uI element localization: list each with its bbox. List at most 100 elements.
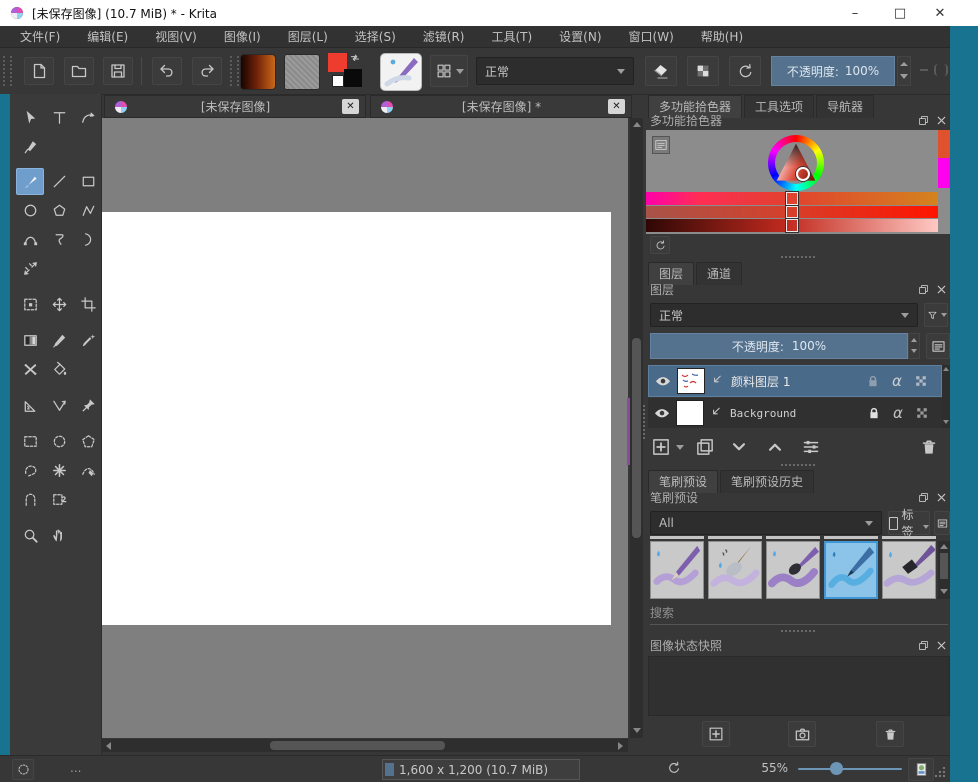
color-selector-area[interactable] bbox=[646, 130, 950, 234]
move-layer-down-button[interactable] bbox=[726, 436, 752, 458]
layer-blend-mode-dropdown[interactable]: 正常 bbox=[650, 303, 918, 327]
tool-rectangle[interactable] bbox=[74, 168, 102, 195]
tool-smart-patch[interactable] bbox=[74, 327, 102, 354]
menu-select[interactable]: 选择(S) bbox=[355, 28, 396, 45]
float-docker-icon[interactable] bbox=[917, 114, 930, 127]
default-colors-icon[interactable] bbox=[332, 75, 344, 87]
opacity-spinbox[interactable] bbox=[897, 56, 911, 86]
tool-polyline[interactable] bbox=[74, 197, 102, 224]
tool-rect-select[interactable] bbox=[16, 428, 44, 455]
pattern-swatch-button[interactable] bbox=[284, 54, 320, 90]
brush-scroll-thumb[interactable] bbox=[940, 553, 948, 579]
tool-edit-shapes[interactable] bbox=[74, 104, 102, 131]
tool-magnetic-select[interactable] bbox=[16, 486, 44, 513]
tool-polygon-select[interactable] bbox=[74, 428, 102, 455]
menu-help[interactable]: 帮助(H) bbox=[701, 28, 743, 45]
layer-alpha-lock-toggle[interactable]: α bbox=[885, 370, 909, 392]
shade-bar-marker[interactable] bbox=[786, 219, 798, 232]
snapshot-list-area[interactable] bbox=[648, 656, 950, 716]
tool-arc[interactable] bbox=[74, 226, 102, 253]
selector-update-button[interactable] bbox=[650, 236, 670, 254]
brush-grid-scrollbar[interactable] bbox=[938, 541, 950, 599]
brush-preset-preview-button[interactable] bbox=[380, 53, 422, 91]
tool-gradient[interactable] bbox=[16, 327, 44, 354]
menu-filter[interactable]: 滤镜(R) bbox=[423, 28, 465, 45]
tool-crop[interactable] bbox=[74, 291, 102, 318]
close-docker-icon[interactable] bbox=[935, 114, 948, 127]
tool-ellipse-select[interactable] bbox=[45, 428, 73, 455]
tool-multibrush[interactable] bbox=[16, 255, 44, 282]
duplicate-layer-button[interactable] bbox=[694, 436, 716, 458]
chevron-down-icon[interactable] bbox=[676, 445, 684, 450]
tab-close-button[interactable]: ✕ bbox=[608, 99, 625, 114]
layer-thumbnail[interactable] bbox=[677, 368, 705, 394]
spin-down-icon[interactable] bbox=[911, 349, 917, 353]
tool-polygon[interactable] bbox=[45, 197, 73, 224]
layer-inherit-alpha-toggle[interactable] bbox=[909, 370, 933, 392]
tool-bezier-select[interactable] bbox=[74, 457, 102, 484]
delete-layer-button[interactable] bbox=[918, 436, 940, 458]
tool-ellipse[interactable] bbox=[16, 197, 44, 224]
tool-similar-color-select[interactable] bbox=[45, 457, 73, 484]
vscroll-thumb[interactable] bbox=[632, 338, 641, 538]
tag-button[interactable]: 标签 bbox=[888, 511, 930, 535]
close-button[interactable]: ✕ bbox=[920, 0, 960, 26]
tool-line[interactable] bbox=[45, 168, 73, 195]
reload-preset-button[interactable] bbox=[729, 56, 761, 86]
layer-inherit-alpha-toggle[interactable] bbox=[910, 402, 934, 424]
tool-colorize-mask[interactable] bbox=[16, 356, 44, 383]
menu-view[interactable]: 视图(V) bbox=[155, 28, 197, 45]
spin-down-icon[interactable] bbox=[900, 74, 908, 79]
color-history-swatch-1[interactable] bbox=[938, 130, 950, 158]
brush-view-mode-button[interactable] bbox=[934, 511, 950, 535]
layer-lock-toggle[interactable] bbox=[862, 402, 886, 424]
scroll-up-icon[interactable] bbox=[633, 122, 641, 127]
close-docker-icon[interactable] bbox=[935, 283, 948, 296]
menu-settings[interactable]: 设置(N) bbox=[559, 28, 601, 45]
layer-properties-button[interactable] bbox=[798, 436, 824, 458]
selector-settings-icon[interactable] bbox=[652, 136, 670, 154]
close-docker-icon[interactable] bbox=[935, 639, 948, 652]
tool-freehand-path[interactable] bbox=[45, 226, 73, 253]
canvas-view[interactable] bbox=[102, 118, 628, 738]
tool-transform[interactable] bbox=[16, 291, 44, 318]
tool-measure[interactable] bbox=[45, 392, 73, 419]
canvas-only-mode-button[interactable] bbox=[908, 758, 934, 781]
canvas-hscrollbar[interactable] bbox=[102, 739, 628, 752]
layer-row-background[interactable]: Background α bbox=[648, 398, 942, 428]
tool-pan[interactable] bbox=[45, 522, 73, 549]
shade-bar-marker[interactable] bbox=[786, 206, 798, 218]
zoom-slider-track[interactable] bbox=[798, 768, 902, 770]
workspace-chooser-button[interactable] bbox=[430, 55, 468, 87]
brush-preset-round[interactable] bbox=[766, 541, 820, 599]
preserve-alpha-button[interactable] bbox=[687, 56, 719, 86]
remove-snapshot-button[interactable] bbox=[876, 721, 904, 747]
toolbar-grip[interactable] bbox=[3, 56, 12, 86]
gradient-swatch-button[interactable] bbox=[240, 54, 276, 90]
layer-visibility-toggle[interactable] bbox=[648, 400, 676, 426]
tool-move[interactable] bbox=[45, 291, 73, 318]
toolbar-grip-2[interactable] bbox=[230, 56, 239, 86]
tool-bezier-curve[interactable] bbox=[16, 226, 44, 253]
eraser-mode-button[interactable] bbox=[645, 56, 677, 86]
save-button[interactable] bbox=[103, 57, 133, 85]
document-tab-1[interactable]: [未保存图像] ✕ bbox=[104, 95, 366, 118]
reset-rotation-icon[interactable] bbox=[666, 760, 682, 776]
layer-opacity-spinbox[interactable] bbox=[908, 333, 920, 359]
tool-reference-images[interactable] bbox=[74, 392, 102, 419]
tool-color-sampler[interactable] bbox=[45, 327, 73, 354]
menu-image[interactable]: 图像(I) bbox=[224, 28, 261, 45]
background-color-swatch[interactable] bbox=[344, 69, 362, 87]
docker-resize-handle[interactable] bbox=[781, 256, 815, 262]
blend-mode-dropdown[interactable]: 正常 bbox=[476, 57, 634, 85]
layer-alpha-lock-toggle[interactable]: α bbox=[886, 402, 910, 424]
layer-list-scrollbar[interactable] bbox=[942, 365, 950, 428]
layer-lock-toggle[interactable] bbox=[861, 370, 885, 392]
layer-thumbnail[interactable] bbox=[676, 400, 704, 426]
foreground-background-colors[interactable] bbox=[328, 53, 364, 89]
opacity-slider[interactable]: 不透明度: 100% bbox=[771, 56, 895, 86]
toolbox-overflow-indicator[interactable]: ... bbox=[70, 761, 81, 775]
tool-assistants[interactable] bbox=[16, 392, 44, 419]
close-docker-icon[interactable] bbox=[935, 491, 948, 504]
tool-freehand-brush[interactable] bbox=[16, 168, 44, 195]
